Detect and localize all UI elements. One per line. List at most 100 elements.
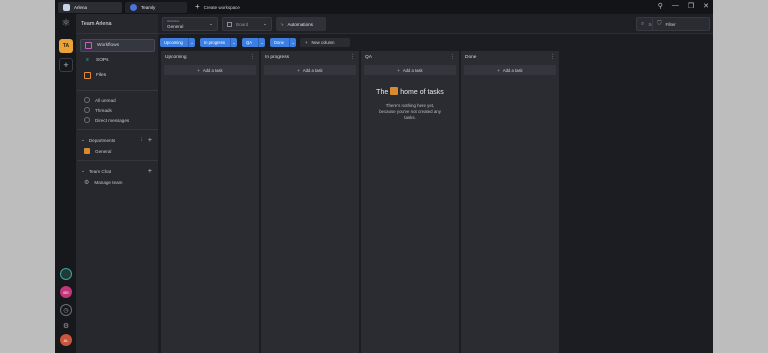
- create-workspace-label: Create workspace: [203, 4, 240, 10]
- column-filter-row: Upcoming ⌄ In progress ⌄ QA ⌄ Done ⌄ + New c…: [158, 35, 713, 50]
- profile-avatar[interactable]: AL: [60, 334, 72, 346]
- new-column-label: New column: [311, 40, 335, 45]
- app-logo-icon[interactable]: ⚛: [60, 18, 72, 30]
- chip-upcoming[interactable]: Upcoming ⌄: [160, 38, 195, 47]
- plus-icon: +: [497, 67, 500, 73]
- add-task-label: Add a task: [402, 67, 423, 73]
- chevron-down-icon[interactable]: ⌄: [289, 38, 296, 47]
- filter-button[interactable]: ⛉ Filter: [652, 17, 710, 31]
- divider: [77, 160, 158, 161]
- add-task-button[interactable]: + Add a task: [164, 65, 256, 75]
- plus-icon: +: [195, 2, 200, 11]
- filter-icon: ⛉: [657, 20, 662, 27]
- chevron-down-icon: ⌄: [263, 21, 267, 26]
- chevron-down-icon[interactable]: ⌄: [230, 38, 237, 47]
- list-icon: ≡: [86, 57, 89, 63]
- empty-title-part: The: [376, 89, 389, 96]
- sidebar-item-label: Threads: [95, 107, 112, 113]
- board-column-upcoming: Upcoming ⋮ + Add a task: [161, 51, 259, 353]
- department-icon: [84, 148, 90, 154]
- sidebar-item-general[interactable]: General: [77, 146, 158, 156]
- sidebar-item-files[interactable]: Files: [80, 69, 155, 82]
- more-icon[interactable]: ⋮: [450, 55, 455, 60]
- add-task-button[interactable]: + Add a task: [264, 65, 356, 75]
- app-window: Arlena Teamly + Create workspace ⚲ — ❐ ✕…: [55, 0, 713, 353]
- board-column-qa: QA ⋮ + Add a task The home of tasks There'…: [361, 51, 459, 353]
- board-icon: [227, 21, 232, 27]
- chevron-down-icon[interactable]: ⌄: [188, 38, 195, 47]
- sidebar-item-sops[interactable]: ≡ SOPs: [80, 54, 155, 67]
- board-column-in-progress: In progress ⋮ + Add a task: [261, 51, 359, 353]
- empty-state-text: There's nothing here yet, because you've…: [379, 103, 441, 120]
- workspace-tab-arlena[interactable]: Arlena: [58, 1, 122, 13]
- chip-in-progress[interactable]: In progress ⌄: [200, 38, 237, 47]
- workflow-select[interactable]: Workflow General ⌄: [162, 17, 218, 31]
- view-select[interactable]: Board ⌄: [222, 17, 272, 31]
- sidebar-item-label: Workflows: [97, 43, 120, 48]
- filter-label: Filter: [665, 21, 676, 27]
- view-value: Board: [236, 21, 249, 27]
- add-task-button[interactable]: + Add a task: [464, 65, 556, 75]
- more-icon[interactable]: ⋮: [250, 55, 255, 60]
- divider: [77, 129, 158, 130]
- sidebar-item-manage-team[interactable]: ⚙ Manage team: [77, 177, 158, 187]
- new-column-button[interactable]: + New column: [300, 38, 350, 47]
- chip-label: In progress: [204, 40, 225, 45]
- chip-qa[interactable]: QA ⌄: [242, 38, 265, 47]
- add-task-label: Add a task: [502, 67, 523, 73]
- arlena-icon: [63, 3, 70, 11]
- clock-icon[interactable]: ◷: [60, 304, 72, 316]
- divider: [77, 90, 158, 91]
- sidebar-item-label: Manage team: [94, 179, 123, 185]
- plus-icon: +: [297, 67, 300, 73]
- sidebar-item-label: Files: [96, 73, 107, 78]
- plus-icon: +: [305, 40, 308, 45]
- sidebar-item-threads[interactable]: Threads: [77, 105, 158, 115]
- close-icon[interactable]: ✕: [703, 2, 709, 10]
- plus-icon: +: [197, 67, 200, 73]
- bolt-icon: ϟ: [281, 21, 284, 27]
- plus-icon: +: [397, 67, 400, 73]
- chip-done[interactable]: Done ⌄: [270, 38, 296, 47]
- departments-section[interactable]: ⌄ Departments ⋮ +: [77, 134, 158, 146]
- minimize-icon[interactable]: —: [672, 2, 679, 10]
- column-header: QA ⋮: [361, 51, 459, 63]
- board-column-done: Done ⋮ + Add a task: [461, 51, 559, 353]
- more-icon[interactable]: ⋮: [550, 55, 555, 60]
- section-label: Departments: [88, 137, 116, 143]
- add-chat-icon[interactable]: +: [148, 168, 152, 175]
- chip-label: Done: [274, 40, 285, 45]
- house-icon: [390, 87, 399, 95]
- gear-icon[interactable]: ⚙: [60, 320, 72, 332]
- workflow-icon: [85, 42, 92, 49]
- chevron-down-icon[interactable]: ⌄: [258, 38, 265, 47]
- team-chat-section[interactable]: ⌄ Team Chat +: [77, 165, 158, 177]
- workflow-value: General: [167, 24, 184, 29]
- more-icon[interactable]: ⋮: [139, 137, 144, 143]
- workspace-tab-teamly[interactable]: Teamly: [125, 1, 187, 13]
- add-workspace-button[interactable]: +: [59, 58, 73, 72]
- workspace-avatar[interactable]: TA: [59, 39, 73, 53]
- column-title: QA: [365, 54, 372, 60]
- chip-label: QA: [246, 40, 253, 45]
- message-icon: [84, 117, 90, 123]
- maximize-icon[interactable]: ❐: [688, 2, 694, 10]
- automations-button[interactable]: ϟ Automations: [276, 17, 326, 31]
- search-icon: ⌕: [641, 20, 645, 27]
- sidebar-item-direct-messages[interactable]: Direct messages: [77, 115, 158, 125]
- status-icon[interactable]: [60, 268, 72, 280]
- add-department-icon[interactable]: +: [148, 137, 152, 144]
- title-bar: Arlena Teamly + Create workspace ⚲ — ❐ ✕: [55, 0, 713, 14]
- notifications-icon[interactable]: ⚲: [658, 2, 663, 10]
- toolbar: Workflow General ⌄ Board ⌄ ϟ Automations …: [158, 14, 713, 34]
- add-task-button[interactable]: + Add a task: [364, 65, 456, 75]
- more-icon[interactable]: ⋮: [350, 55, 355, 60]
- sidebar-item-all-unread[interactable]: All unread: [77, 95, 158, 105]
- team-name[interactable]: Team Arlena: [77, 14, 158, 34]
- create-workspace-button[interactable]: + Create workspace: [195, 3, 240, 11]
- column-title: In progress: [265, 54, 289, 60]
- sidebar-item-workflows[interactable]: Workflows: [80, 39, 155, 52]
- add-task-label: Add a task: [202, 67, 223, 73]
- unread-icon: [84, 97, 90, 103]
- user-avatar[interactable]: BS: [60, 286, 72, 298]
